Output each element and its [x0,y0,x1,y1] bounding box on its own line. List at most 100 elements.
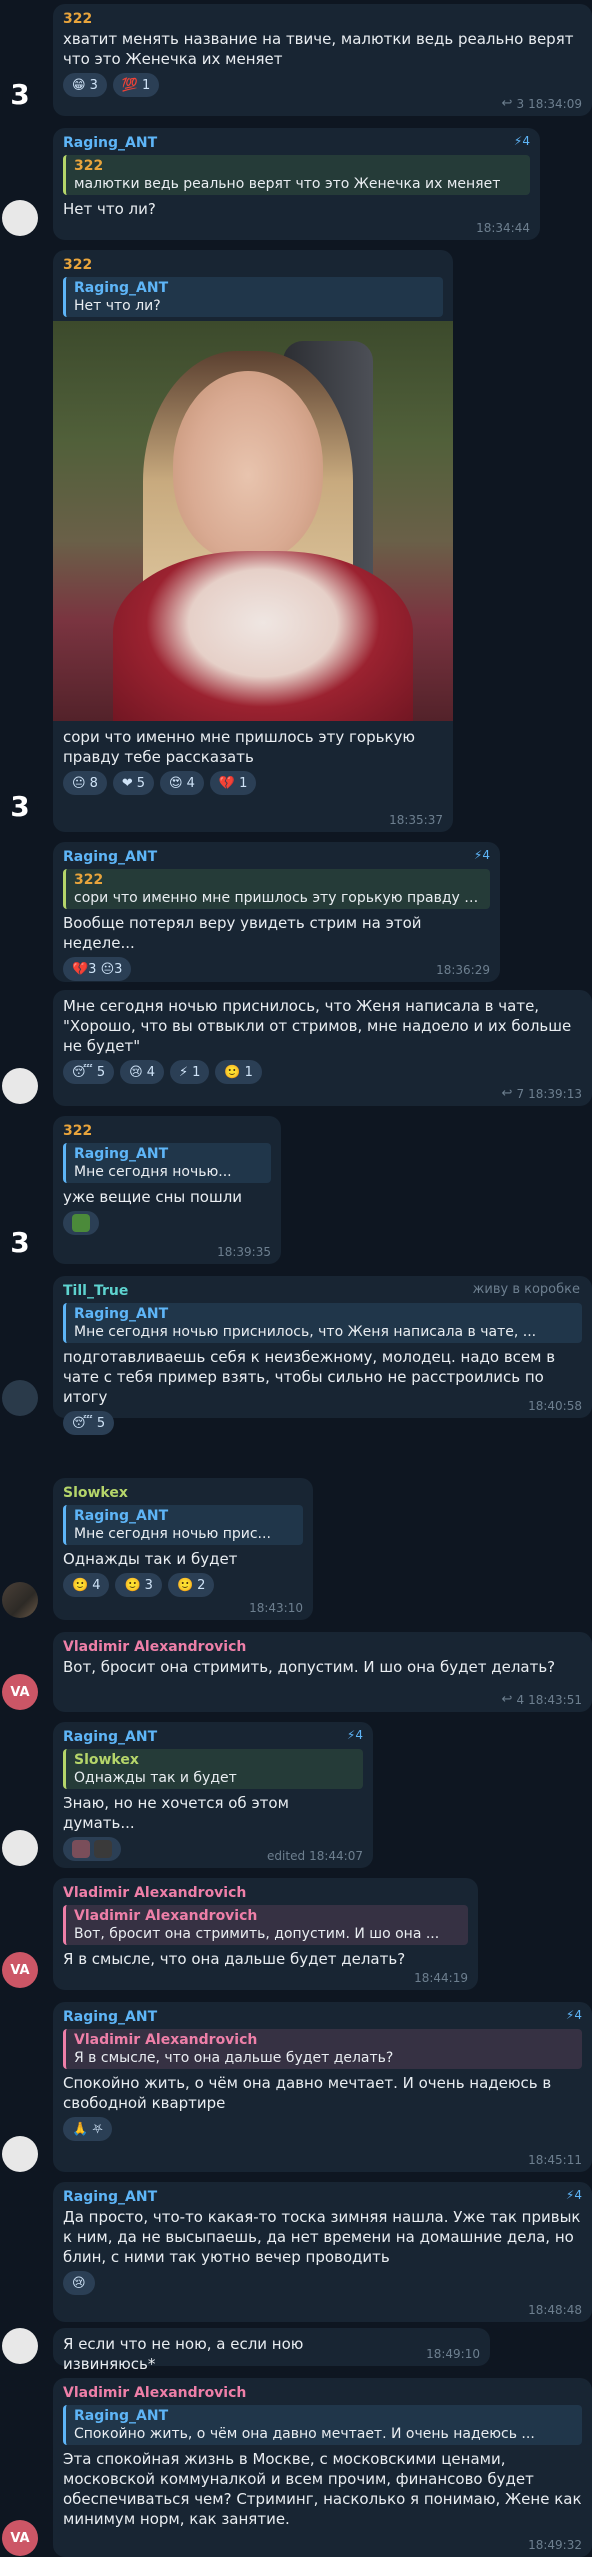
reaction[interactable]: 💯 1 [112,73,160,97]
timestamp: 18:43:51 [528,1692,582,1707]
boost-badge: ⚡4 [513,134,530,148]
boost-badge: ⚡4 [565,2188,582,2202]
reaction[interactable]: ❤ 5 [112,771,155,795]
reply-quote[interactable]: Raging_ANT Нет что ли? [63,277,443,317]
edited-label: edited [267,1849,306,1863]
boost-badge: ⚡4 [473,848,490,862]
timestamp: 18:39:13 [528,1086,582,1101]
avatar[interactable]: VA [2,1674,38,1710]
message-bubble[interactable]: 322 Raging_ANT Мне сегодня ночью... уже … [53,1116,281,1264]
reactions: 😴 5 😢 4 ⚡ 1 🙂 1 [63,1060,582,1084]
message-bubble[interactable]: Vladimir Alexandrovich Raging_ANT Спокой… [53,2378,592,2557]
message-bubble[interactable]: ⚡4 Raging_ANT Да просто, что-то какая-то… [53,2182,592,2322]
reaction[interactable]: 🙂 3 [115,1573,162,1597]
reaction[interactable]: 😐 8 [63,771,107,795]
sender-name[interactable]: Slowkex [63,1484,303,1503]
message-bubble[interactable]: Vladimir Alexandrovich Вот, бросит она с… [53,1632,592,1712]
message-bubble[interactable]: Vladimir Alexandrovich Vladimir Alexandr… [53,1878,478,1990]
reply-quote[interactable]: Raging_ANT Мне сегодня ночью приснилось,… [63,1303,582,1343]
reactions: 🙏 ⛧ [63,2117,582,2141]
sender-name[interactable]: 322 [63,10,582,29]
sender-name[interactable]: Raging_ANT [63,848,490,867]
reaction[interactable]: 😢 4 [120,1060,164,1084]
message-meta: 18:43:10 [249,1601,303,1615]
avatar[interactable] [2,1582,38,1618]
sender-name[interactable]: Vladimir Alexandrovich [63,1884,468,1903]
sender-name[interactable]: Vladimir Alexandrovich [63,1638,582,1657]
reaction[interactable]: 🙂 2 [167,1573,215,1597]
reactions: 💔3 😐3 [63,957,490,981]
reaction[interactable]: 🙂 1 [215,1060,262,1084]
avatar[interactable]: VA [2,2520,38,2556]
timestamp: 18:45:11 [528,2153,582,2167]
reaction[interactable] [63,1837,121,1861]
reaction[interactable]: ⚡ 1 [169,1060,210,1084]
message-bubble[interactable]: ⚡4 Raging_ANT 322 малютки ведь реально в… [53,128,540,240]
reply-quote[interactable]: Raging_ANT Мне сегодня ночью... [63,1143,271,1183]
message-bubble[interactable]: Я если что не ною, а если ною извиняюсь*… [53,2328,490,2373]
reply-arrow-icon: ↩ [501,1086,513,1101]
avatar[interactable] [2,1380,38,1416]
reply-quote[interactable]: Raging_ANT Спокойно жить, о чём она давн… [63,2405,582,2445]
reaction[interactable]: 😢 [63,2271,95,2295]
reply-quote[interactable]: Vladimir Alexandrovich Я в смысле, что о… [63,2029,582,2069]
avatar[interactable]: 3 [2,788,38,824]
sender-name[interactable]: Raging_ANT [63,2008,582,2027]
sender-name[interactable]: Raging_ANT [63,1728,363,1747]
sender-name[interactable]: 322 [63,1122,271,1141]
reactions: 🙂 4 🙂 3 🙂 2 [63,1573,303,1597]
message-bubble[interactable]: Slowkex Raging_ANT Мне сегодня ночью при… [53,1478,313,1620]
avatar[interactable] [2,1068,38,1104]
reply-quote[interactable]: 322 сори что именно мне пришлось эту гор… [63,869,490,909]
timestamp: 18:49:10 [426,2347,480,2361]
timestamp: 18:36:29 [436,963,490,977]
reply-quote[interactable]: Vladimir Alexandrovich Вот, бросит она с… [63,1905,468,1945]
reply-quote[interactable]: 322 малютки ведь реально верят что это Ж… [63,155,530,195]
reactions: 😢 [63,2271,582,2295]
avatar[interactable] [2,200,38,236]
reaction[interactable] [63,1211,99,1235]
message-bubble[interactable]: живу в коробке Till_True Raging_ANT Мне … [53,1276,592,1435]
reaction[interactable]: 💔3 😐3 [63,957,132,981]
message-meta: 18:49:10 [426,2347,480,2361]
message-meta: ↩ 7 18:39:13 [502,1086,582,1101]
reaction[interactable]: 😁 3 [63,73,107,97]
reactions: 😐 8 ❤ 5 😍 4 💔 1 [63,771,443,795]
message-text: Вот, бросит она стримить, допустим. И шо… [63,1658,556,1676]
reaction[interactable]: 😴 5 [63,1060,115,1084]
avatar[interactable] [2,2136,38,2172]
message-meta: 18:36:29 [436,963,490,977]
message-bubble[interactable]: ⚡4 Raging_ANT Vladimir Alexandrovich Я в… [53,2002,592,2172]
photo[interactable] [53,321,453,721]
reaction[interactable]: 😍 4 [160,771,204,795]
sender-name[interactable]: Vladimir Alexandrovich [63,2384,582,2403]
sender-name[interactable]: Raging_ANT [63,134,530,153]
avatar[interactable]: VA [2,1952,38,1988]
message-bubble[interactable]: 322 хватит менять название на твиче, мал… [53,4,592,116]
reaction[interactable]: 🙏 ⛧ [63,2117,112,2141]
message-bubble[interactable]: 322 Raging_ANT Нет что ли? сори что имен… [53,250,453,832]
message-text: подготавливаешь себя к неизбежному, моло… [63,1348,556,1406]
reaction[interactable]: 🙂 4 [63,1573,110,1597]
sticker-icon [72,1214,90,1232]
sender-name[interactable]: 322 [63,256,443,275]
reply-quote[interactable]: Slowkex Однажды так и будет [63,1749,363,1789]
timestamp: 18:43:10 [249,1601,303,1615]
message-meta: 18:48:48 [528,2303,582,2317]
avatar[interactable]: 3 [2,1224,38,1260]
sender-name[interactable]: Raging_ANT [63,2188,582,2207]
message-bubble[interactable]: ⚡4 Raging_ANT 322 сори что именно мне пр… [53,842,500,982]
timestamp: 18:40:58 [528,1399,582,1413]
reply-quote[interactable]: Raging_ANT Мне сегодня ночью прис... [63,1505,303,1545]
reaction[interactable]: 💔 1 [209,771,257,795]
message-meta: 18:44:19 [414,1971,468,1985]
avatar[interactable]: 3 [2,76,38,112]
message-bubble[interactable]: ⚡4 Raging_ANT Slowkex Однажды так и буде… [53,1722,373,1868]
message-text: Нет что ли? [63,200,156,218]
reaction[interactable]: 😴 5 [63,1411,115,1435]
dress [113,551,413,721]
avatar[interactable] [2,2328,38,2364]
avatar[interactable] [2,1830,38,1866]
reactions: 😁 3 💯 1 [63,73,582,97]
message-bubble[interactable]: Мне сегодня ночью приснилось, что Женя н… [53,990,592,1106]
